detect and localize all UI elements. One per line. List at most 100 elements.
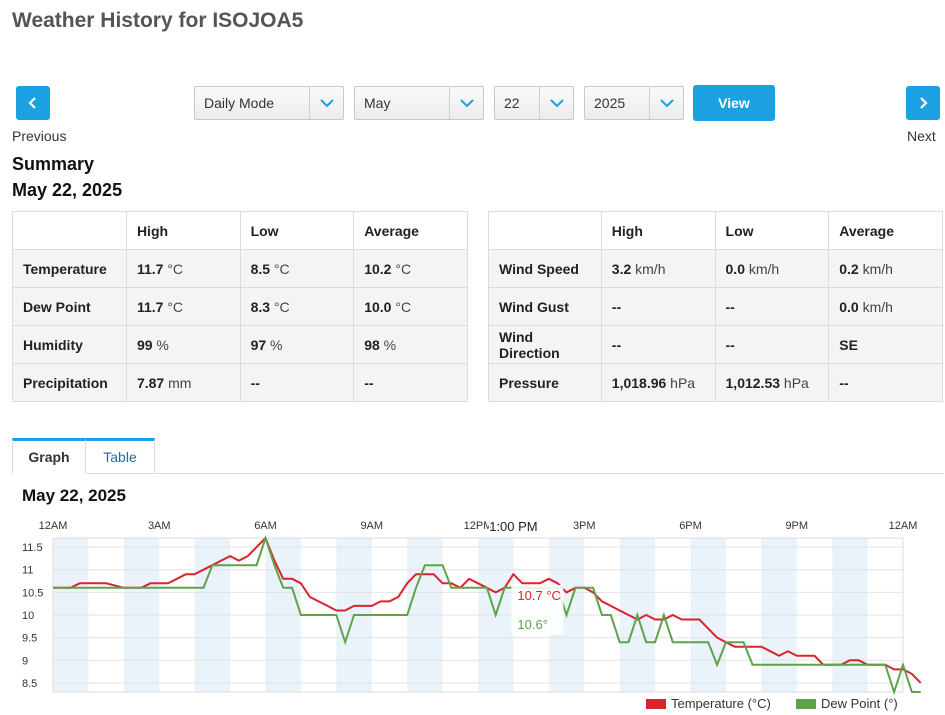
next-label[interactable]: Next bbox=[907, 128, 936, 144]
x-tick-label: 12AM bbox=[889, 520, 918, 532]
graph-date: May 22, 2025 bbox=[22, 486, 126, 505]
year-select[interactable]: 2025 bbox=[584, 86, 684, 120]
cell-value: 7.87 bbox=[136, 374, 165, 391]
cell-high: -- bbox=[600, 325, 716, 364]
cell-avg: SE bbox=[828, 325, 943, 364]
y-tick-label: 10.5 bbox=[22, 587, 43, 599]
x-tick-label: 3AM bbox=[148, 520, 171, 532]
cell-value: -- bbox=[725, 336, 735, 353]
view-tabs: Graph Table bbox=[12, 438, 155, 474]
column-header-low: Low bbox=[714, 211, 830, 250]
row-label: Precipitation bbox=[12, 363, 127, 402]
chevron-down-icon bbox=[309, 87, 343, 119]
cell-unit: % bbox=[383, 336, 397, 353]
x-tick-label: 12AM bbox=[39, 520, 68, 532]
cell-avg: -- bbox=[353, 363, 468, 402]
cell-unit: mm bbox=[168, 374, 192, 391]
cell-high: 7.87 mm bbox=[125, 363, 241, 402]
summary-row: Pressure 1,018.96 hPa 1,012.53 hPa -- bbox=[488, 363, 943, 402]
cell-value: 8.5 bbox=[250, 260, 271, 277]
cell-high: 1,018.96 hPa bbox=[600, 363, 716, 402]
weather-chart[interactable]: 11.5 11 10.5 10 9.5 9 8.5 12AM 3AM 6AM 9AM 12PM 3PM 6… bbox=[0, 510, 945, 695]
chevron-left-icon bbox=[28, 97, 36, 109]
legend-temperature[interactable]: Temperature (°C) bbox=[646, 696, 771, 711]
x-tick-label: 3PM bbox=[573, 520, 596, 532]
cell-unit: km/h bbox=[862, 298, 893, 315]
x-tick-label: 12PM bbox=[464, 520, 493, 532]
previous-button[interactable] bbox=[16, 86, 50, 120]
previous-label[interactable]: Previous bbox=[12, 128, 66, 144]
column-header-average: Average bbox=[353, 211, 468, 250]
cell-avg: 98 % bbox=[353, 325, 468, 364]
column-header-average: Average bbox=[828, 211, 943, 250]
cell-unit: km/h bbox=[862, 260, 893, 277]
legend-swatch-dew-point bbox=[796, 698, 816, 709]
cell-avg: 10.0 °C bbox=[353, 287, 468, 326]
column-header-low: Low bbox=[239, 211, 355, 250]
cell-unit: °C bbox=[395, 260, 412, 277]
cell-value: -- bbox=[611, 298, 622, 315]
cell-unit: °C bbox=[273, 298, 290, 315]
cell-value: 11.7 bbox=[136, 298, 164, 315]
row-label: Wind Gust bbox=[488, 287, 602, 326]
chevron-down-icon bbox=[649, 87, 683, 119]
cell-low: 8.5 °C bbox=[239, 249, 355, 288]
cell-value: 10.0 bbox=[364, 298, 392, 315]
cell-value: 11.7 bbox=[136, 260, 164, 277]
tooltip-time: 1:00 PM bbox=[489, 519, 537, 534]
month-select-value: May bbox=[364, 95, 391, 111]
cell-low: 8.3 °C bbox=[239, 287, 355, 326]
cell-avg: -- bbox=[828, 363, 943, 402]
x-tick-label: 6AM bbox=[254, 520, 277, 532]
cell-low: -- bbox=[239, 363, 355, 402]
row-label: Temperature bbox=[12, 249, 127, 288]
summary-row: Dew Point 11.7 °C 8.3 °C 10.0 °C bbox=[12, 287, 468, 326]
tooltip-temperature: 10.7 °C bbox=[517, 588, 561, 603]
cell-low: 1,012.53 hPa bbox=[714, 363, 830, 402]
view-button[interactable]: View bbox=[693, 85, 775, 121]
cell-unit: hPa bbox=[670, 374, 696, 391]
cell-low: 97 % bbox=[239, 325, 355, 364]
cell-value: 0.0 bbox=[725, 260, 745, 277]
summary-row: Humidity 99 % 97 % 98 % bbox=[12, 325, 468, 364]
summary-row: Temperature 11.7 °C 8.5 °C 10.2 °C bbox=[12, 249, 468, 288]
x-tick-label: 9PM bbox=[785, 520, 808, 532]
page-title: Weather History for ISOJOA5 bbox=[12, 9, 304, 32]
legend-label-dew-point: Dew Point (°) bbox=[821, 696, 898, 711]
cell-value: 0.2 bbox=[839, 260, 859, 277]
chevron-down-icon bbox=[539, 87, 573, 119]
summary-row: Wind Direction -- -- SE bbox=[488, 325, 943, 364]
cell-value: -- bbox=[611, 336, 622, 353]
x-tick-label: 9AM bbox=[360, 520, 383, 532]
chevron-right-icon bbox=[920, 97, 928, 109]
cell-unit: km/h bbox=[635, 260, 666, 277]
cell-value: SE bbox=[839, 336, 858, 353]
month-select[interactable]: May bbox=[354, 86, 484, 120]
cell-low: -- bbox=[714, 325, 830, 364]
summary-title: Summary bbox=[12, 154, 95, 174]
summary-table-left: High Low Average Temperature 11.7 °C 8.5 °… bbox=[12, 211, 468, 402]
row-label: Humidity bbox=[12, 325, 127, 364]
legend-label-temperature: Temperature (°C) bbox=[671, 696, 771, 711]
cell-unit: °C bbox=[273, 260, 290, 277]
cell-value: 1,018.96 bbox=[611, 374, 667, 391]
mode-select-value: Daily Mode bbox=[204, 95, 275, 111]
row-label: Dew Point bbox=[12, 287, 127, 326]
tab-table[interactable]: Table bbox=[86, 438, 155, 474]
y-tick-label: 11 bbox=[22, 565, 33, 577]
y-tick-label: 9 bbox=[22, 655, 28, 667]
day-select[interactable]: 22 bbox=[494, 86, 574, 120]
row-label: Pressure bbox=[488, 363, 602, 402]
column-header-high: High bbox=[125, 211, 241, 250]
cell-unit: km/h bbox=[748, 260, 780, 277]
legend-dew-point[interactable]: Dew Point (°) bbox=[796, 696, 898, 711]
summary-table-right: High Low Average Wind Speed 3.2 km/h 0.0 k… bbox=[488, 211, 943, 402]
cell-high: 11.7 °C bbox=[125, 287, 241, 326]
tab-graph[interactable]: Graph bbox=[12, 438, 86, 474]
mode-select[interactable]: Daily Mode bbox=[194, 86, 344, 120]
cell-value: -- bbox=[250, 374, 260, 391]
summary-row: Wind Speed 3.2 km/h 0.0 km/h 0.2 km/h bbox=[488, 249, 943, 288]
cell-low: 0.0 km/h bbox=[714, 249, 830, 288]
column-header bbox=[12, 211, 127, 250]
next-button[interactable] bbox=[906, 86, 940, 120]
